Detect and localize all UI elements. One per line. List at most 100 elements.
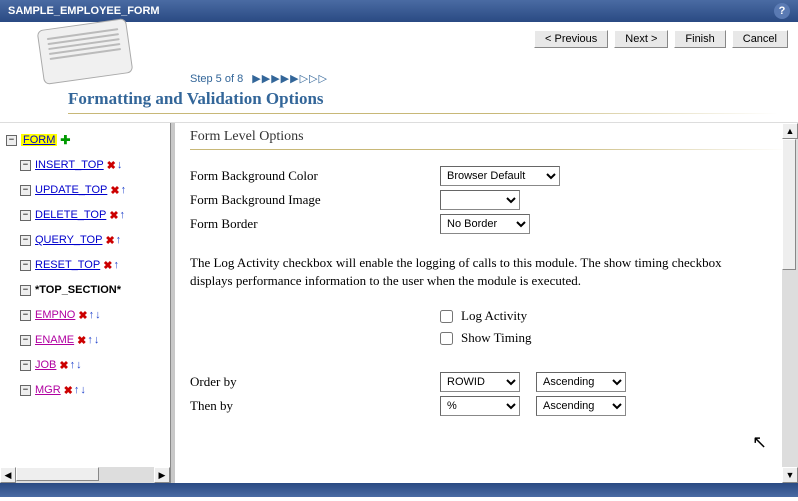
- arrow-down-icon[interactable]: ↓: [95, 309, 101, 321]
- collapse-icon[interactable]: −: [20, 360, 31, 371]
- tree-item-query-top[interactable]: − QUERY_TOP ✖↑: [20, 229, 170, 251]
- order-by-column-select[interactable]: ROWID: [440, 372, 520, 392]
- delete-icon[interactable]: ✖: [77, 334, 86, 347]
- tree-root-label[interactable]: FORM: [21, 134, 57, 146]
- tree-item-label[interactable]: QUERY_TOP: [35, 234, 102, 246]
- tree-item-update-top[interactable]: − UPDATE_TOP ✖↑: [20, 179, 170, 201]
- arrow-up-icon[interactable]: ↑: [120, 209, 126, 221]
- row-show-timing: Show Timing: [440, 328, 788, 348]
- tree-item-label[interactable]: UPDATE_TOP: [35, 184, 107, 196]
- collapse-icon[interactable]: −: [20, 285, 31, 296]
- order-block: Order by ROWID Ascending Then by %: [190, 370, 788, 418]
- step-progress-dots-icon: ▶▶▶▶▶▷▷▷: [252, 73, 328, 85]
- scroll-track[interactable]: [16, 467, 154, 483]
- arrow-up-icon[interactable]: ↑: [89, 309, 95, 321]
- content-vertical-scrollbar[interactable]: ▲ ▼: [782, 123, 798, 483]
- bg-image-label: Form Background Image: [190, 192, 440, 208]
- section-title: Form Level Options: [190, 129, 788, 145]
- footer-bar: [0, 483, 798, 497]
- tree-item-ename[interactable]: − ENAME ✖↑↓: [20, 329, 170, 351]
- border-select[interactable]: No Border: [440, 214, 530, 234]
- row-order-by: Order by ROWID Ascending: [190, 370, 788, 394]
- tree-root-form[interactable]: − FORM ✚: [6, 129, 170, 151]
- bg-color-label: Form Background Color: [190, 168, 440, 184]
- finish-button[interactable]: Finish: [674, 30, 725, 48]
- page-title: Formatting and Validation Options: [68, 89, 788, 109]
- collapse-icon[interactable]: −: [20, 310, 31, 321]
- previous-button[interactable]: < Previous: [534, 30, 608, 48]
- scroll-thumb[interactable]: [16, 467, 99, 481]
- row-log-activity: Log Activity: [440, 306, 788, 326]
- collapse-icon[interactable]: −: [6, 135, 17, 146]
- collapse-icon[interactable]: −: [20, 335, 31, 346]
- arrow-up-icon[interactable]: ↑: [70, 359, 76, 371]
- tree-item-label[interactable]: RESET_TOP: [35, 259, 100, 271]
- notepad-sketch-icon: [40, 24, 130, 83]
- arrow-down-icon[interactable]: ↓: [76, 359, 82, 371]
- delete-icon[interactable]: ✖: [107, 159, 116, 172]
- scroll-right-button[interactable]: ▶: [154, 467, 170, 483]
- scroll-up-button[interactable]: ▲: [782, 123, 798, 139]
- delete-icon[interactable]: ✖: [78, 309, 87, 322]
- tree-item-label[interactable]: EMPNO: [35, 309, 75, 321]
- content-panel: Form Level Options Form Background Color…: [176, 123, 798, 483]
- collapse-icon[interactable]: −: [20, 385, 31, 396]
- delete-icon[interactable]: ✖: [59, 359, 68, 372]
- log-activity-label: Log Activity: [461, 308, 527, 324]
- section-divider: [190, 149, 788, 150]
- then-by-dir-select[interactable]: Ascending: [536, 396, 626, 416]
- tree-item-mgr[interactable]: − MGR ✖↑↓: [20, 379, 170, 401]
- tree-item-label[interactable]: JOB: [35, 359, 56, 371]
- show-timing-label: Show Timing: [461, 330, 531, 346]
- order-by-label: Order by: [190, 374, 440, 390]
- tree-item-empno[interactable]: − EMPNO ✖↑↓: [20, 304, 170, 326]
- tree-item-label[interactable]: MGR: [35, 384, 61, 396]
- tree-item-insert-top[interactable]: − INSERT_TOP ✖↓: [20, 154, 170, 176]
- order-by-dir-select[interactable]: Ascending: [536, 372, 626, 392]
- delete-icon[interactable]: ✖: [105, 234, 114, 247]
- tree-item-reset-top[interactable]: − RESET_TOP ✖↑: [20, 254, 170, 276]
- arrow-down-icon[interactable]: ↓: [80, 384, 86, 396]
- tree-item-label[interactable]: ENAME: [35, 334, 74, 346]
- tree-panel: − FORM ✚ − INSERT_TOP ✖↓ − UPDATE_TOP ✖↑…: [0, 123, 170, 483]
- delete-icon[interactable]: ✖: [110, 184, 119, 197]
- header-area: < Previous Next > Finish Cancel Step 5 o…: [0, 22, 798, 123]
- delete-icon[interactable]: ✖: [109, 209, 118, 222]
- log-activity-checkbox[interactable]: [440, 310, 453, 323]
- tree-item-label[interactable]: DELETE_TOP: [35, 209, 106, 221]
- scroll-thumb[interactable]: [782, 139, 796, 270]
- add-icon[interactable]: ✚: [60, 133, 70, 147]
- next-button[interactable]: Next >: [614, 30, 668, 48]
- bg-image-select[interactable]: [440, 190, 520, 210]
- tree-item-label: *TOP_SECTION*: [35, 284, 121, 296]
- cancel-button[interactable]: Cancel: [732, 30, 788, 48]
- tree-item-label[interactable]: INSERT_TOP: [35, 159, 104, 171]
- delete-icon[interactable]: ✖: [103, 259, 112, 272]
- wizard-buttons: < Previous Next > Finish Cancel: [534, 30, 788, 48]
- scroll-left-button[interactable]: ◀: [0, 467, 16, 483]
- collapse-icon[interactable]: −: [20, 235, 31, 246]
- delete-icon[interactable]: ✖: [64, 384, 73, 397]
- tree-item-top-section[interactable]: − *TOP_SECTION*: [20, 279, 170, 301]
- arrow-up-icon[interactable]: ↑: [113, 259, 119, 271]
- arrow-down-icon[interactable]: ↓: [117, 159, 123, 171]
- show-timing-checkbox[interactable]: [440, 332, 453, 345]
- then-by-column-select[interactable]: %: [440, 396, 520, 416]
- arrow-up-icon[interactable]: ↑: [74, 384, 80, 396]
- info-text: The Log Activity checkbox will enable th…: [190, 254, 788, 290]
- scroll-track[interactable]: [782, 139, 798, 467]
- collapse-icon[interactable]: −: [20, 185, 31, 196]
- arrow-up-icon[interactable]: ↑: [116, 234, 122, 246]
- arrow-up-icon[interactable]: ↑: [87, 334, 93, 346]
- collapse-icon[interactable]: −: [20, 160, 31, 171]
- collapse-icon[interactable]: −: [20, 210, 31, 221]
- bg-color-select[interactable]: Browser Default: [440, 166, 560, 186]
- help-icon[interactable]: ?: [774, 3, 790, 19]
- tree-item-delete-top[interactable]: − DELETE_TOP ✖↑: [20, 204, 170, 226]
- tree-horizontal-scrollbar[interactable]: ◀ ▶: [0, 467, 170, 483]
- tree-item-job[interactable]: − JOB ✖↑↓: [20, 354, 170, 376]
- arrow-down-icon[interactable]: ↓: [94, 334, 100, 346]
- scroll-down-button[interactable]: ▼: [782, 467, 798, 483]
- collapse-icon[interactable]: −: [20, 260, 31, 271]
- arrow-up-icon[interactable]: ↑: [121, 184, 127, 196]
